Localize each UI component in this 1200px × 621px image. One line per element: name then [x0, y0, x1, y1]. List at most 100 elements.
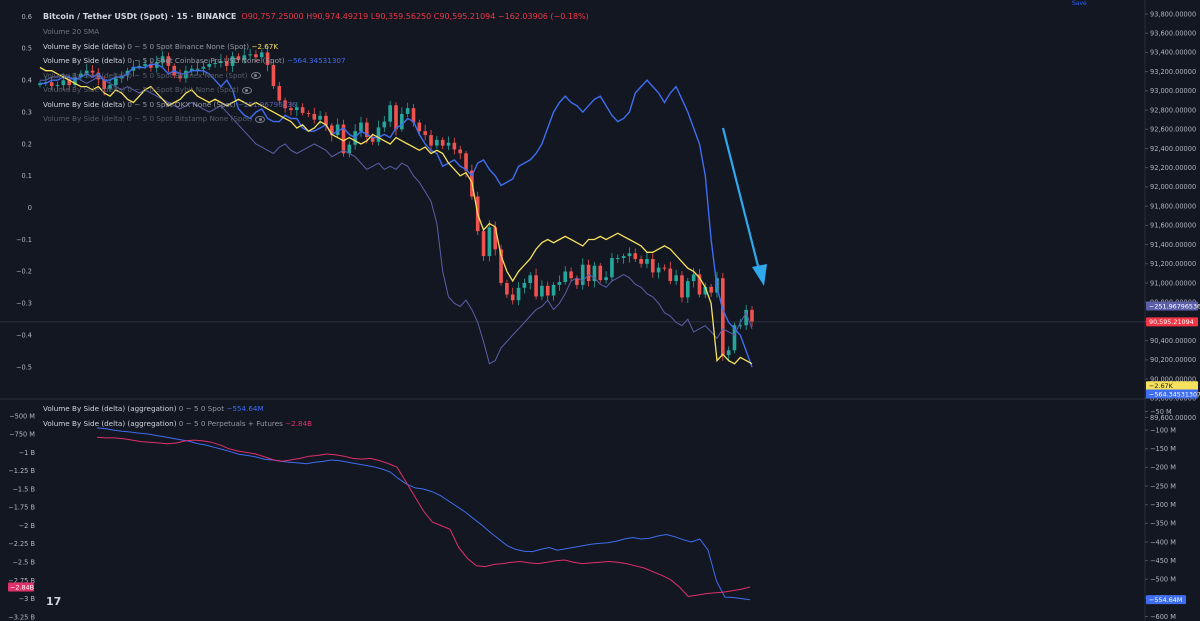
- candle-body: [633, 253, 638, 259]
- delta-tick-label: 0.3: [22, 108, 33, 116]
- legend-name: Volume By Side (delta): [43, 114, 126, 123]
- delta-tick-label: −0.5: [16, 363, 32, 371]
- candle-body: [750, 309, 754, 322]
- legend-value: −564.34531307: [284, 56, 346, 65]
- legend-value: −2.67K: [249, 41, 279, 51]
- candle-body: [376, 127, 381, 142]
- perp-tag-label: −2.84B: [10, 583, 34, 591]
- right-spot-axis[interactable]: −50 M −100 M −150 M −200 M −250 M −300 M −350 …: [1145, 408, 1176, 621]
- candle-body: [645, 258, 649, 264]
- spot-tick-label: −400 M: [1150, 538, 1176, 546]
- spot-tick-label: −500 M: [1150, 576, 1176, 584]
- delta-tick-label: −0.3: [16, 300, 32, 308]
- candle-body: [487, 227, 492, 257]
- candle-body: [388, 105, 392, 122]
- candle-body: [505, 283, 509, 295]
- candle-body: [580, 264, 585, 285]
- candle-body: [680, 275, 684, 298]
- indicator-legend-bottom: Volume By Side (delta) (aggregation) 0 ∼…: [43, 402, 312, 431]
- spot-tick-label: −200 M: [1150, 464, 1176, 472]
- candle-body: [440, 139, 445, 146]
- candle-body: [656, 267, 661, 273]
- symbol-title[interactable]: Bitcoin / Tether USDt (Spot) · 15 · BINA…: [43, 12, 236, 21]
- spot-tick-label: −350 M: [1150, 520, 1176, 528]
- delta-tick-label: 0.6: [22, 13, 33, 21]
- legend-row[interactable]: Volume By Side (delta) 0 ∼ 5 0 Spot Bits…: [43, 112, 346, 127]
- candle-body: [481, 231, 486, 257]
- candle-body: [435, 139, 439, 146]
- price-tick-label: 91,200.00000: [1150, 260, 1196, 268]
- eye-icon[interactable]: [250, 72, 261, 79]
- ohlc-change: −162.03906 (−0.18%): [497, 12, 589, 21]
- legend-row[interactable]: Volume By Side (delta) (aggregation) 0 ∼…: [43, 402, 312, 417]
- ohlc-o: 90,757.25000: [247, 12, 304, 21]
- price-tick-label: 90,200.00000: [1150, 356, 1196, 364]
- candle-body: [726, 350, 731, 356]
- legend-name: Volume 20 SMA: [43, 27, 100, 36]
- price-tick-label: 92,400.00000: [1150, 145, 1196, 153]
- perp-tick-label: −500 M: [9, 412, 35, 420]
- candle-body: [685, 281, 690, 298]
- legend-value: −2.84B: [282, 418, 313, 428]
- price-tick-label: 93,000.00000: [1150, 87, 1196, 95]
- price-tag-label: −251.96796536: [1149, 302, 1200, 310]
- legend-row[interactable]: Volume By Side (delta) 0 ∼ 5 0 Spot Bybi…: [43, 83, 346, 98]
- candle-body: [528, 275, 533, 283]
- price-tick-label: 92,200.00000: [1150, 164, 1196, 172]
- price-tags: −251.96796536 90,595.21094 −2.67K−564.3453…: [1146, 301, 1200, 399]
- candle-body: [615, 258, 620, 260]
- perp-aggregation-line: [96, 436, 751, 598]
- candle-body: [400, 113, 404, 130]
- candle-body: [551, 284, 556, 296]
- price-tick-label: 93,600.00000: [1150, 30, 1196, 38]
- candle-body: [639, 258, 643, 264]
- candle-body: [563, 271, 568, 283]
- ohlc-h: 90,974.49219: [312, 12, 369, 21]
- legend-params: 0 ∼ 5 0 Spot Bitstamp None (Spot): [125, 114, 253, 123]
- delta-tick-label: 0.2: [22, 140, 33, 148]
- spot-tick-label: −50 M: [1150, 408, 1172, 416]
- candle-body: [458, 149, 463, 154]
- candle-body: [674, 275, 678, 282]
- spot-tick-label: −300 M: [1150, 501, 1176, 509]
- price-tag-label: 90,595.21094: [1149, 318, 1194, 326]
- arrow-head: [752, 264, 767, 286]
- save-tag[interactable]: Save: [1072, 0, 1087, 7]
- legend-name: Volume By Side (delta) (aggregation): [43, 418, 177, 428]
- legend-row[interactable]: Volume By Side (delta) 0 ∼ 5 0 Spot Bina…: [43, 40, 346, 55]
- legend-row[interactable]: Volume By Side (delta) 0 ∼ 5 0 Spot OKX …: [43, 98, 346, 113]
- legend-name: Volume By Side (delta): [43, 41, 126, 51]
- price-tag-label: −564.34531307: [1149, 390, 1200, 398]
- perp-tick-label: −3.25 B: [8, 613, 35, 621]
- eye-icon[interactable]: [255, 115, 266, 123]
- candle-body: [516, 287, 521, 301]
- candle-body: [650, 258, 655, 273]
- candle-body: [522, 283, 527, 288]
- perp-tick-label: −1.75 B: [8, 504, 35, 512]
- candle-body: [662, 267, 667, 269]
- right-price-axis[interactable]: 93,800.00000 93,600.00000 93,400.00000 93,2…: [1145, 10, 1196, 422]
- price-tag-label: −2.67K: [1149, 382, 1174, 390]
- legend-row[interactable]: Volume 20 SMA: [43, 25, 346, 40]
- legend-row[interactable]: Volume By Side (delta) (aggregation) 0 ∼…: [43, 417, 312, 432]
- delta-tick-label: 0: [28, 204, 32, 212]
- price-tick-label: 93,200.00000: [1150, 68, 1196, 76]
- spot-tag-label: −554.64M: [1149, 596, 1182, 604]
- symbol-header[interactable]: Bitcoin / Tether USDt (Spot) · 15 · BINA…: [43, 12, 589, 21]
- legend-value: −554.64M: [224, 404, 264, 413]
- eye-icon[interactable]: [241, 86, 252, 94]
- price-tick-label: 92,800.00000: [1150, 106, 1196, 114]
- candle-body: [691, 274, 696, 282]
- candle-body: [510, 294, 515, 301]
- delta-tick-label: −0.2: [16, 268, 32, 276]
- arrow-shaft: [721, 127, 761, 271]
- ohlc-c: 90,595.21094: [439, 12, 496, 21]
- legend-params: 0 ∼ 5 0 Spot Coinbase Pro USD None (Spot…: [125, 56, 285, 65]
- candle-body: [569, 271, 573, 279]
- left-delta-axis[interactable]: 0.6 0.5 0.4 0.3 0.2 0.1 0 −0.1 −0.2 −0.3 −0.4 −0.5: [16, 13, 32, 372]
- legend-params: 0 ∼ 5 0 Spot OKX None (Spot): [125, 99, 236, 109]
- price-tick-label: 93,800.00000: [1150, 10, 1196, 18]
- legend-row[interactable]: Volume By Side (delta) 0 ∼ 5 0 Spot Coin…: [43, 54, 346, 69]
- candle-body: [452, 142, 457, 150]
- legend-row[interactable]: Volume By Side (delta) 0 ∼ 5 0 Spot Bitf…: [43, 69, 346, 84]
